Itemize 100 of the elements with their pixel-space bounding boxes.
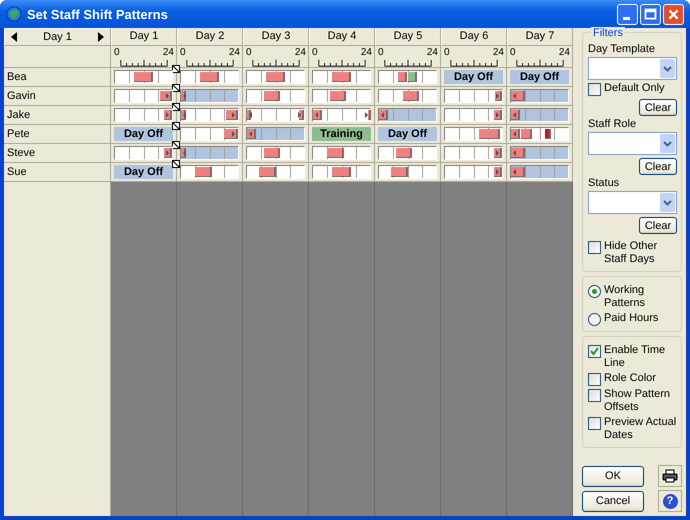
- timeline-track[interactable]: [444, 165, 503, 179]
- checkbox[interactable]: [588, 417, 601, 430]
- previous-day-icon[interactable]: [11, 32, 17, 42]
- timeline-track[interactable]: [180, 146, 239, 160]
- ok-button[interactable]: OK: [582, 466, 644, 486]
- shift-bar[interactable]: [511, 110, 520, 120]
- shift-bar[interactable]: [396, 148, 412, 158]
- timeline-track[interactable]: [444, 89, 503, 103]
- scale-label: 24: [492, 47, 504, 58]
- staff-name: Gavin: [4, 87, 111, 106]
- timeline-track[interactable]: [378, 108, 437, 122]
- dropdown-field[interactable]: [588, 132, 677, 155]
- shift-bar[interactable]: [164, 110, 172, 120]
- shift-bar[interactable]: [264, 91, 280, 101]
- scale-label: 24: [426, 47, 438, 58]
- staff-name: Steve: [4, 144, 111, 163]
- checkbox[interactable]: [588, 345, 601, 358]
- next-day-icon[interactable]: [98, 32, 104, 42]
- maximize-button[interactable]: [640, 4, 661, 24]
- minimize-icon: [623, 16, 630, 20]
- timeline-track[interactable]: [246, 89, 305, 103]
- shift-bar[interactable]: [368, 110, 371, 120]
- clear-button[interactable]: Clear: [639, 217, 677, 234]
- dropdown-field[interactable]: [588, 191, 677, 214]
- timeline-track[interactable]: [114, 89, 173, 103]
- radio-button[interactable]: [588, 313, 601, 326]
- day-status-label[interactable]: Day Off: [378, 127, 437, 141]
- help-button[interactable]: ?: [658, 490, 682, 512]
- timeline-track[interactable]: [246, 127, 305, 141]
- timeline-track[interactable]: [114, 146, 173, 160]
- timeline-track[interactable]: [510, 146, 569, 160]
- column-header: Day 7: [507, 28, 573, 46]
- shift-bar[interactable]: [264, 148, 280, 158]
- shift-bar[interactable]: [164, 148, 172, 158]
- dropdown-field[interactable]: [588, 57, 677, 80]
- radio-button[interactable]: [588, 285, 601, 298]
- timeline-track[interactable]: [180, 70, 239, 84]
- timeline-track[interactable]: [114, 70, 173, 84]
- shift-bar[interactable]: [408, 72, 417, 82]
- day-status-label[interactable]: Day Off: [510, 70, 569, 84]
- checkbox[interactable]: [588, 241, 601, 254]
- shift-bar[interactable]: [494, 148, 502, 158]
- timeline-track[interactable]: [510, 127, 569, 141]
- shift-bar[interactable]: [200, 72, 219, 82]
- day-status-label[interactable]: Day Off: [114, 165, 173, 179]
- shift-bar[interactable]: [402, 91, 420, 101]
- shift-bar[interactable]: [258, 167, 276, 177]
- cancel-button[interactable]: Cancel: [582, 490, 644, 512]
- timeline-track[interactable]: [312, 70, 371, 84]
- day-status-label[interactable]: Training: [312, 127, 371, 141]
- shift-bar[interactable]: [224, 129, 238, 139]
- timeline-track[interactable]: [114, 108, 173, 122]
- shift-bar[interactable]: [511, 129, 520, 139]
- timeline-track[interactable]: [312, 146, 371, 160]
- timeline-track[interactable]: [312, 89, 371, 103]
- day-status-label[interactable]: Day Off: [114, 127, 173, 141]
- clear-button[interactable]: Clear: [639, 99, 677, 116]
- close-button[interactable]: [663, 4, 684, 24]
- shift-bar[interactable]: [398, 72, 408, 82]
- shift-bar[interactable]: [494, 91, 502, 101]
- shift-bar[interactable]: [266, 72, 285, 82]
- clear-button[interactable]: Clear: [639, 158, 677, 175]
- day-picker[interactable]: Day 1: [4, 28, 111, 46]
- day-status-label[interactable]: Day Off: [444, 70, 503, 84]
- shift-bar[interactable]: [332, 72, 351, 82]
- shift-bar[interactable]: [330, 91, 346, 101]
- shift-bar[interactable]: [134, 72, 153, 82]
- timeline-track[interactable]: [378, 89, 437, 103]
- timeline-track[interactable]: [444, 108, 503, 122]
- checkbox[interactable]: [588, 83, 601, 96]
- scale-label: 0: [114, 47, 120, 58]
- shift-bar[interactable]: [247, 129, 256, 139]
- timeline-track[interactable]: [444, 146, 503, 160]
- timeline-track[interactable]: [246, 70, 305, 84]
- shift-bar[interactable]: [332, 167, 351, 177]
- shift-bar[interactable]: [390, 167, 408, 177]
- print-button[interactable]: [658, 465, 682, 487]
- shift-bar[interactable]: [313, 110, 322, 120]
- timeline-track[interactable]: [312, 108, 371, 122]
- shift-bar[interactable]: [494, 110, 502, 120]
- timeline-track[interactable]: [510, 165, 569, 179]
- minimize-button[interactable]: [617, 4, 638, 24]
- checkbox[interactable]: [588, 389, 601, 402]
- timeline-track[interactable]: [378, 70, 437, 84]
- shift-bar[interactable]: [379, 110, 388, 120]
- timeline-track[interactable]: [510, 108, 569, 122]
- timeline-track[interactable]: [378, 165, 437, 179]
- column-header: Day 3: [243, 28, 309, 46]
- checkbox[interactable]: [588, 373, 601, 386]
- timeline-track[interactable]: [510, 89, 569, 103]
- timeline-track[interactable]: [180, 89, 239, 103]
- timeline-track[interactable]: [180, 127, 239, 141]
- shift-bar[interactable]: [545, 129, 552, 139]
- timeline-track[interactable]: [378, 146, 437, 160]
- timeline-track[interactable]: [246, 165, 305, 179]
- timeline-track[interactable]: [246, 146, 305, 160]
- shift-bar[interactable]: [494, 167, 502, 177]
- timeline-track[interactable]: [312, 165, 371, 179]
- timeline-track[interactable]: [180, 165, 239, 179]
- timeline-track[interactable]: [444, 127, 503, 141]
